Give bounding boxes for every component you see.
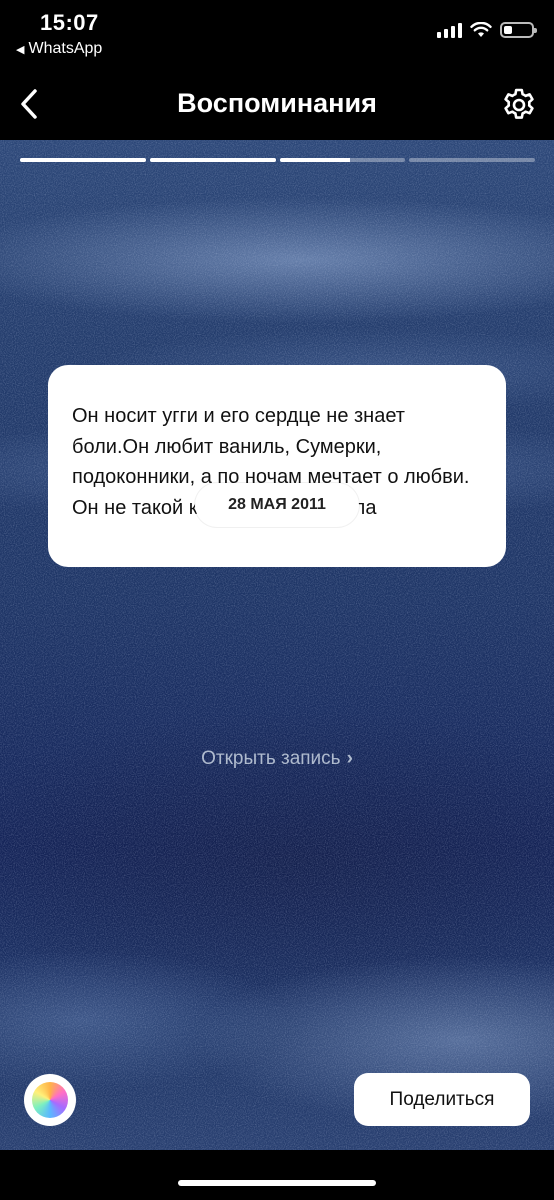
carpet-texture	[0, 140, 554, 1150]
share-button[interactable]: Поделиться	[354, 1073, 530, 1126]
status-bar: 15:07 ◀ WhatsApp	[0, 0, 554, 68]
story-progress-fill	[279, 158, 350, 162]
battery-level	[504, 26, 512, 34]
story-progress-bar	[20, 158, 535, 162]
open-entry-link[interactable]: Открыть запись ›	[0, 748, 554, 770]
page-title: Воспоминания	[177, 88, 377, 118]
nav-header: Воспоминания	[0, 70, 554, 140]
back-app-label: WhatsApp	[28, 40, 103, 57]
cellular-signal-icon	[437, 22, 462, 38]
story-progress-segment	[20, 158, 146, 162]
story-progress-segment	[409, 158, 535, 162]
gear-icon	[504, 88, 534, 119]
screen: 15:07 ◀ WhatsApp Воспоминания Он носит у…	[0, 0, 554, 1200]
story-progress-segment	[279, 158, 406, 162]
back-triangle-icon: ◀	[16, 43, 25, 56]
story-progress-fill	[20, 158, 146, 162]
status-time: 15:07	[40, 10, 99, 35]
memory-story[interactable]	[0, 140, 554, 1150]
story-progress-segment	[149, 158, 276, 162]
memory-card: Он носит угги и его сердце не знает боли…	[48, 365, 506, 567]
settings-button[interactable]	[500, 86, 538, 124]
wifi-icon	[470, 22, 492, 37]
color-picker-button[interactable]	[24, 1074, 76, 1126]
color-wheel-icon	[32, 1082, 68, 1118]
memory-date-badge: 28 МАЯ 2011	[195, 483, 359, 527]
status-icons	[437, 22, 537, 38]
battery-icon	[500, 22, 537, 38]
story-progress-fill	[149, 158, 276, 162]
chevron-right-icon: ›	[346, 748, 353, 769]
home-indicator[interactable]	[178, 1180, 376, 1186]
back-to-app-link[interactable]: ◀ WhatsApp	[16, 40, 102, 58]
open-entry-label: Открыть запись	[201, 748, 341, 769]
